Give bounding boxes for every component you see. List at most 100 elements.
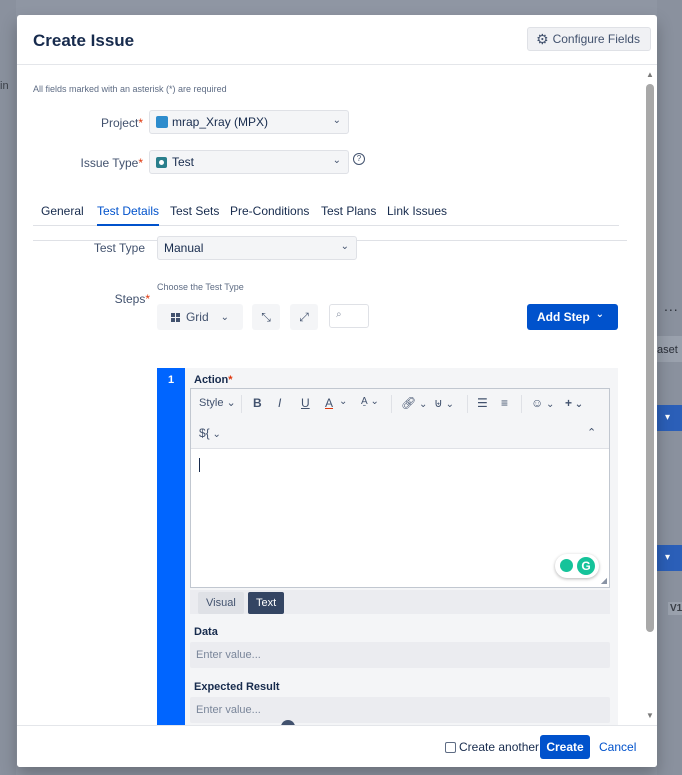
required-asterisk: *	[228, 374, 233, 386]
resize-handle[interactable]: ◢	[601, 576, 607, 585]
action-editor: Style ⌄ B I U A ⌄ A̱ ⌄ 🔗︎ ⌄ ⊎ ⌄ ☰ ≡ ☺ ⌄	[190, 388, 610, 588]
background-version-badge: V1	[668, 602, 682, 615]
emoji-icon[interactable]: ☺ ⌄	[531, 396, 554, 410]
toolbar-divider	[391, 395, 392, 413]
project-value: mrap_Xray (MPX)	[172, 115, 269, 129]
collapse-icon[interactable]: ⤡	[252, 304, 280, 330]
grammarly-icon: G	[577, 557, 595, 575]
toolbar-divider	[241, 395, 242, 413]
required-asterisk: *	[138, 156, 143, 170]
create-button[interactable]: Create	[540, 735, 590, 759]
add-step-button[interactable]: Add Step ⌄	[527, 304, 618, 330]
modal-footer: Create another Create Cancel	[17, 725, 657, 767]
chevron-down-icon: ⌄	[332, 155, 341, 166]
plus-icon[interactable]: + ⌄	[565, 396, 583, 410]
underline-button[interactable]: U	[301, 396, 310, 410]
text-effects-icon[interactable]: A̱ ⌄	[361, 396, 379, 407]
chevron-down-icon: ▾	[665, 412, 671, 423]
variables-button[interactable]: ${ ⌄	[199, 426, 221, 440]
grid-view-button[interactable]: Grid ⌄	[157, 304, 243, 330]
test-type-value: Manual	[164, 241, 204, 255]
expected-result-input[interactable]: Enter value...	[190, 697, 610, 723]
background-right-strip	[657, 0, 682, 775]
bold-button[interactable]: B	[253, 396, 262, 410]
expand-icon[interactable]: ⤢	[290, 304, 318, 330]
chevron-down-icon[interactable]: ⌄	[339, 396, 347, 407]
expected-result-label: Expected Result	[194, 681, 280, 693]
tab-general[interactable]: General	[41, 204, 84, 226]
data-input[interactable]: Enter value...	[190, 642, 610, 668]
scroll-up-arrow-icon[interactable]: ▲	[646, 70, 654, 79]
scroll-down-arrow-icon[interactable]: ▼	[646, 711, 654, 720]
configure-fields-label: Configure Fields	[552, 32, 640, 46]
italic-button[interactable]: I	[278, 396, 281, 410]
test-issue-icon	[156, 156, 167, 168]
project-avatar-icon	[156, 116, 168, 128]
issue-type-select[interactable]: Test ⌄	[149, 150, 349, 174]
add-step-label: Add Step	[537, 310, 590, 324]
required-asterisk: *	[145, 292, 150, 306]
issue-tabs: General Test Details Test Sets Pre-Condi…	[33, 204, 619, 226]
tab-text[interactable]: Text	[248, 592, 285, 614]
lightbulb-icon	[560, 559, 573, 572]
modal-scrollbar[interactable]: ▲ ▼	[643, 66, 655, 725]
tab-pre-conditions[interactable]: Pre-Conditions	[230, 204, 309, 226]
scrollbar-thumb[interactable]	[646, 84, 654, 632]
tab-test-details[interactable]: Test Details	[97, 204, 160, 226]
test-type-label: Test Type	[93, 241, 145, 255]
grid-label: Grid	[185, 310, 209, 324]
data-label: Data	[194, 626, 218, 638]
gear-icon: ⚙	[536, 30, 549, 47]
help-icon[interactable]: ?	[353, 153, 365, 165]
create-another-label: Create another	[459, 740, 540, 754]
configure-fields-button[interactable]: ⚙ Configure Fields	[527, 27, 651, 51]
steps-search-input[interactable]: ⌕	[329, 304, 369, 328]
background-more-icon: ...	[664, 298, 679, 314]
create-another-checkbox[interactable]: Create another	[445, 740, 539, 754]
background-blue-button: ▾	[657, 405, 682, 431]
tab-test-plans[interactable]: Test Plans	[321, 204, 376, 226]
editor-toolbar: Style ⌄ B I U A ⌄ A̱ ⌄ 🔗︎ ⌄ ⊎ ⌄ ☰ ≡ ☺ ⌄	[191, 389, 609, 419]
editor-mode-tabs: Visual Text	[190, 590, 610, 614]
tab-test-sets[interactable]: Test Sets	[170, 204, 219, 226]
create-issue-modal: Create Issue ⚙ Configure Fields All fiel…	[17, 15, 657, 767]
project-select[interactable]: mrap_Xray (MPX) ⌄	[149, 110, 349, 134]
background-left-text: in	[0, 80, 9, 92]
action-textarea[interactable]: G ◢	[191, 450, 609, 587]
cancel-link[interactable]: Cancel	[599, 740, 636, 754]
tab-visual[interactable]: Visual	[198, 592, 244, 614]
modal-title: Create Issue	[33, 31, 135, 50]
numbered-list-icon[interactable]: ≡	[501, 396, 508, 410]
test-type-help: Choose the Test Type	[157, 282, 244, 292]
background-left-strip	[0, 0, 16, 775]
steps-label: Steps*	[114, 292, 150, 306]
grammarly-widget[interactable]: G	[555, 554, 599, 578]
background-set-label: aset	[657, 336, 682, 362]
step-number-bar: 1	[157, 368, 185, 725]
editor-toolbar-secondary: ${ ⌄ ⌃	[191, 419, 609, 449]
attachment-icon[interactable]: ⊎ ⌄	[434, 396, 454, 410]
background-blue-button: ▾	[657, 545, 682, 571]
toolbar-divider	[521, 395, 522, 413]
toolbar-divider	[467, 395, 468, 413]
chevron-down-icon: ⌄	[340, 241, 349, 252]
issue-type-value: Test	[172, 155, 195, 169]
required-asterisk: *	[138, 116, 143, 130]
test-type-select[interactable]: Manual ⌄	[157, 236, 357, 260]
chevron-down-icon: ⌄	[220, 311, 230, 323]
modal-header: Create Issue ⚙ Configure Fields	[17, 15, 657, 65]
link-icon[interactable]: 🔗︎ ⌄	[401, 396, 427, 410]
chevron-down-icon: ▾	[665, 552, 671, 563]
checkbox[interactable]	[445, 741, 456, 753]
step-card: 1 Action* Style ⌄ B I U A ⌄ A̱ ⌄ 🔗︎ ⌄ ⊎ …	[157, 368, 618, 725]
grid-icon	[170, 312, 180, 322]
tab-link-issues[interactable]: Link Issues	[387, 204, 447, 226]
required-note: All fields marked with an asterisk (*) a…	[33, 84, 227, 94]
modal-body[interactable]: All fields marked with an asterisk (*) a…	[17, 66, 657, 725]
collapse-toolbar-icon[interactable]: ⌃	[587, 426, 596, 439]
bullet-list-icon[interactable]: ☰	[477, 396, 488, 410]
text-color-button[interactable]: A	[325, 396, 333, 410]
project-label: Project*	[100, 116, 143, 130]
style-dropdown[interactable]: Style ⌄	[199, 396, 236, 409]
step-number: 1	[167, 374, 175, 386]
